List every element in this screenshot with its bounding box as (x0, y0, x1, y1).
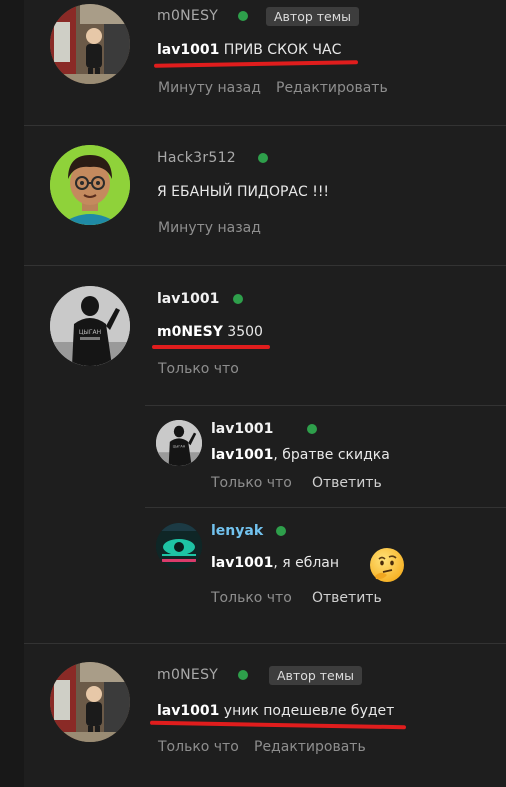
edit-link[interactable]: Редактировать (254, 739, 366, 755)
avatar-image: ЦЫГАН (156, 420, 202, 466)
comment-timestamp: Только что (211, 475, 292, 491)
reply-item: lenyak lav1001, я еблан Только что Ответ… (145, 508, 506, 643)
comment-text: m0NESY 3500 (157, 324, 263, 340)
comment-timestamp: Минуту назад (158, 220, 261, 236)
mention-link[interactable]: lav1001 (211, 555, 273, 571)
comment-timestamp: Минуту назад (158, 80, 261, 96)
avatar-image (50, 4, 130, 84)
avatar-image (50, 145, 130, 225)
comment-item: m0NESY Автор темы lav1001 уник подешевле… (24, 644, 506, 787)
avatar[interactable] (50, 662, 130, 742)
comment-body: Я ЕБАНЫЙ ПИДОРАС !!! (157, 184, 330, 200)
comment-timestamp: Только что (158, 739, 239, 755)
online-status-icon (258, 153, 268, 163)
comment-text: lav1001 ПРИВ СКОК ЧАС (157, 42, 341, 58)
avatar[interactable] (50, 145, 130, 225)
author-name[interactable]: lav1001 (211, 421, 273, 437)
edit-link[interactable]: Редактировать (276, 80, 388, 96)
red-underline-annotation (153, 60, 359, 68)
avatar[interactable]: ЦЫГАН (50, 286, 130, 366)
avatar-image (50, 662, 130, 742)
comment-timestamp: Только что (211, 590, 292, 606)
comment-item: m0NESY Автор темы lav1001 ПРИВ СКОК ЧАС … (24, 0, 506, 125)
comment-body: уник подешевле будет (219, 703, 395, 719)
online-status-icon (276, 526, 286, 536)
thinking-face-icon (375, 555, 397, 580)
author-name[interactable]: Hack3r512 (157, 150, 236, 166)
mention-link[interactable]: lav1001 (157, 703, 219, 719)
comment-timestamp: Только что (158, 361, 239, 377)
avatar[interactable] (50, 4, 130, 84)
online-status-icon (307, 424, 317, 434)
reply-link[interactable]: Ответить (312, 475, 382, 491)
avatar[interactable] (156, 523, 202, 569)
author-name[interactable]: m0NESY (157, 8, 218, 24)
red-underline-annotation (152, 345, 270, 349)
online-status-icon (238, 670, 248, 680)
avatar-image: ЦЫГАН (50, 286, 130, 366)
online-status-icon (238, 11, 248, 21)
mention-link[interactable]: lav1001 (157, 42, 219, 58)
author-name[interactable]: lav1001 (157, 291, 219, 307)
avatar-caption: ЦЫГАН (173, 445, 186, 449)
comment-body: ПРИВ СКОК ЧАС (219, 42, 342, 58)
comment-text: lav1001, братве скидка (211, 447, 390, 463)
comment-body: , братве скидка (273, 447, 390, 463)
comment-item: Hack3r512 Я ЕБАНЫЙ ПИДОРАС !!! Минуту на… (24, 126, 506, 265)
left-gutter (0, 0, 24, 787)
reply-item: ЦЫГАН lav1001 lav1001, братве скидка Тол… (145, 406, 506, 507)
comment-item: ЦЫГАН lav1001 m0NESY 3500 Только что (24, 266, 506, 406)
thinking-face-emoji (370, 548, 404, 582)
online-status-icon (233, 294, 243, 304)
topic-author-badge: Автор темы (269, 666, 363, 685)
comment-body: , я еблан (273, 555, 340, 571)
comment-body: 3500 (222, 324, 263, 340)
comment-text: lav1001, я еблан (211, 555, 339, 571)
author-name[interactable]: m0NESY (157, 667, 218, 683)
mention-link[interactable]: m0NESY (157, 324, 223, 340)
topic-author-badge: Автор темы (266, 7, 360, 26)
reply-link[interactable]: Ответить (312, 590, 382, 606)
comment-thread: m0NESY Автор темы lav1001 ПРИВ СКОК ЧАС … (24, 0, 506, 787)
avatar[interactable]: ЦЫГАН (156, 420, 202, 466)
mention-link[interactable]: lav1001 (211, 447, 273, 463)
avatar-caption: ЦЫГАН (79, 329, 101, 336)
comment-text: lav1001 уник подешевле будет (157, 703, 394, 719)
avatar-image (156, 523, 202, 569)
author-name[interactable]: lenyak (211, 523, 263, 539)
red-underline-annotation (149, 720, 407, 730)
